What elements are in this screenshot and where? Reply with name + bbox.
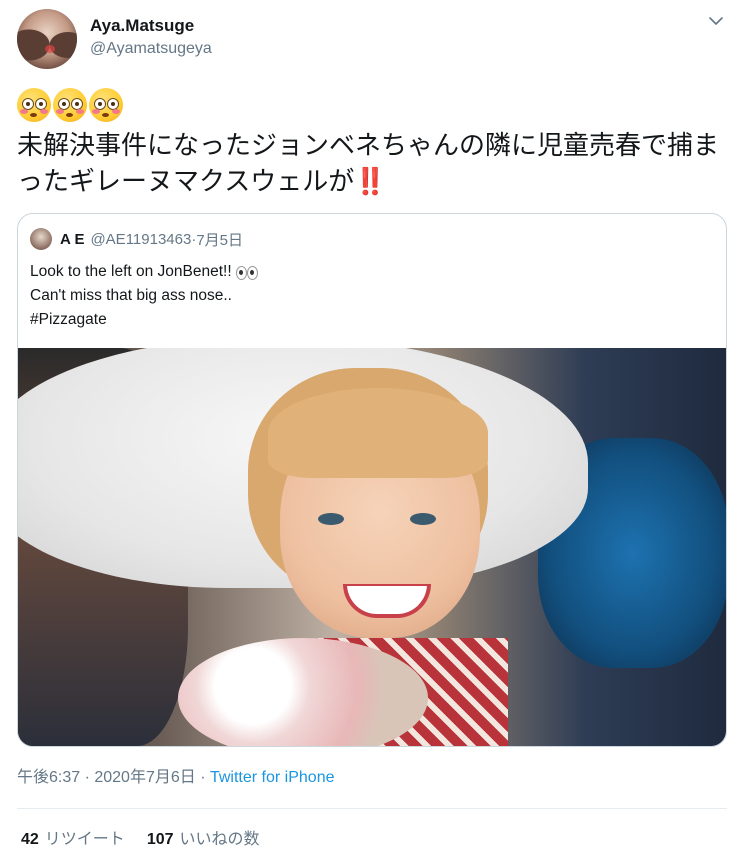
- author-names: Aya.Matsuge @Ayamatsugeya: [90, 16, 212, 60]
- flushed-face-icon: [53, 88, 87, 122]
- chevron-down-icon[interactable]: [707, 12, 725, 30]
- flushed-face-icon: [89, 88, 123, 122]
- retweets-label: リツイート: [44, 831, 125, 848]
- quoted-tweet-photo[interactable]: [18, 348, 726, 746]
- photo-flowers: [178, 638, 428, 746]
- quoted-date: 7月5日: [196, 231, 244, 249]
- quoted-tweet[interactable]: A E @AE11913463 · 7月5日 Look to the left …: [17, 213, 727, 747]
- tweet-time[interactable]: 午後6:37 · 2020年7月6日 ·: [17, 769, 210, 786]
- photo-eye-right: [410, 513, 436, 525]
- quoted-author-avatar: [30, 228, 52, 250]
- tweet-stats: 42 リツイート 107 いいねの数: [21, 829, 260, 851]
- emoji-row: [17, 88, 123, 124]
- tweet: Aya.Matsuge @Ayamatsugeya 未解決事件になったジョンベネ…: [0, 0, 745, 868]
- quoted-author-handle: @AE11913463: [90, 230, 192, 248]
- quoted-hashtag[interactable]: #Pizzagate: [30, 308, 710, 332]
- retweets-stat[interactable]: 42 リツイート: [21, 829, 125, 851]
- retweets-count: 42: [21, 831, 39, 848]
- tweet-source-link[interactable]: Twitter for iPhone: [210, 769, 335, 786]
- divider: [17, 808, 727, 809]
- photo-eye-left: [318, 513, 344, 525]
- flushed-face-icon: [17, 88, 51, 122]
- author-handle[interactable]: @Ayamatsugeya: [90, 38, 212, 60]
- quoted-author-name: A E: [60, 230, 85, 248]
- author-display-name[interactable]: Aya.Matsuge: [90, 16, 212, 36]
- quoted-line-2: Can't miss that big ass nose..: [30, 287, 232, 304]
- likes-count: 107: [146, 831, 174, 848]
- author-avatar[interactable]: [17, 9, 77, 69]
- quoted-tweet-text: Look to the left on JonBenet!! Can't mis…: [30, 260, 710, 332]
- tweet-timestamp: 午後6:37 · 2020年7月6日 · Twitter for iPhone: [17, 767, 334, 789]
- avatar-detail: [45, 45, 55, 53]
- avatar-hair: [17, 9, 77, 69]
- eyes-icon: [235, 265, 258, 280]
- likes-stat[interactable]: 107 いいねの数: [147, 829, 260, 851]
- quoted-line-1: Look to the left on JonBenet!!: [30, 260, 710, 284]
- tweet-text: 未解決事件になったジョンベネちゃんの隣に児童売春で捕まったギレーヌマクスウェルが…: [17, 128, 727, 200]
- quoted-tweet-header: A E @AE11913463 · 7月5日: [30, 228, 243, 250]
- double-exclamation-icon: ‼️: [354, 167, 387, 197]
- likes-label: いいねの数: [179, 831, 260, 848]
- photo-fringe: [268, 388, 488, 478]
